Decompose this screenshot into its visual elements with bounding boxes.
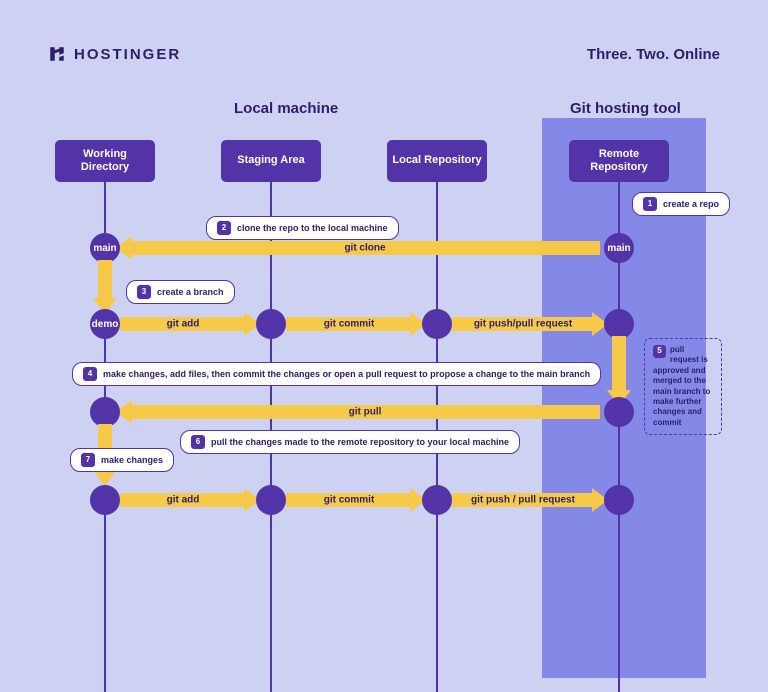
lane-header-working: Working Directory: [55, 140, 155, 182]
node-demo: demo: [90, 309, 120, 339]
section-remote-title: Git hosting tool: [570, 100, 681, 117]
hostinger-icon: [48, 45, 66, 63]
lane-header-localrepo: Local Repository: [387, 140, 487, 182]
brand-logo: HOSTINGER: [48, 45, 181, 63]
step-2-num: 2: [217, 221, 231, 235]
node-localrepo-2: [422, 485, 452, 515]
brand-tagline: Three. Two. Online: [587, 46, 720, 63]
arrow-git-add-1-label: git add: [167, 319, 200, 330]
arrow-git-push-1: git push/pull request: [452, 317, 594, 331]
lane-header-staging: Staging Area: [221, 140, 321, 182]
arrow-remote-down-1: [612, 336, 626, 392]
arrow-git-add-2: git add: [120, 493, 246, 507]
node-localrepo-1: [422, 309, 452, 339]
arrow-git-commit-2-label: git commit: [324, 495, 375, 506]
git-workflow-diagram: Local machine Git hosting tool Working D…: [48, 100, 748, 592]
arrow-git-commit-2: git commit: [286, 493, 412, 507]
arrow-git-commit-1: git commit: [286, 317, 412, 331]
arrow-git-push-2: git push / pull request: [452, 493, 594, 507]
step-3-num: 3: [137, 285, 151, 299]
step-2-text: clone the repo to the local machine: [237, 223, 388, 234]
step-1-text: create a repo: [663, 199, 719, 210]
header: HOSTINGER Three. Two. Online: [0, 0, 768, 80]
arrow-git-push-1-label: git push/pull request: [474, 319, 572, 330]
arrow-git-commit-1-label: git commit: [324, 319, 375, 330]
step-7: 7 make changes: [70, 448, 174, 472]
step-3-text: create a branch: [157, 287, 224, 298]
node-remoterepo-1: [604, 309, 634, 339]
brand-name: HOSTINGER: [74, 46, 181, 63]
node-pull-local: [90, 397, 120, 427]
node-pull-remote: [604, 397, 634, 427]
arrow-git-add-2-label: git add: [167, 495, 200, 506]
step-3: 3 create a branch: [126, 280, 235, 304]
arrow-main-to-demo: [98, 260, 112, 300]
node-main-local: main: [90, 233, 120, 263]
node-staging-1: [256, 309, 286, 339]
step-5: 5 pull request is approved and merged to…: [644, 338, 722, 435]
arrow-git-add-1: git add: [120, 317, 246, 331]
step-6: 6 pull the changes made to the remote re…: [180, 430, 520, 454]
step-4-text: make changes, add files, then commit the…: [103, 369, 590, 380]
step-6-num: 6: [191, 435, 205, 449]
arrow-git-clone-label: git clone: [344, 243, 385, 254]
section-local-title: Local machine: [234, 100, 338, 117]
arrow-git-push-2-label: git push / pull request: [471, 495, 575, 506]
node-main-remote: main: [604, 233, 634, 263]
step-6-text: pull the changes made to the remote repo…: [211, 437, 509, 448]
arrow-git-pull: git pull: [130, 405, 600, 419]
step-1-num: 1: [643, 197, 657, 211]
node-staging-2: [256, 485, 286, 515]
step-4: 4 make changes, add files, then commit t…: [72, 362, 601, 386]
node-remoterepo-2: [604, 485, 634, 515]
node-working-2: [90, 485, 120, 515]
step-5-num: 5: [653, 345, 666, 358]
step-4-num: 4: [83, 367, 97, 381]
lane-header-remoterepo: Remote Repository: [569, 140, 669, 182]
step-2: 2 clone the repo to the local machine: [206, 216, 399, 240]
arrow-git-pull-label: git pull: [349, 407, 382, 418]
step-7-num: 7: [81, 453, 95, 467]
arrow-git-clone: git clone: [130, 241, 600, 255]
step-7-text: make changes: [101, 455, 163, 466]
step-1: 1 create a repo: [632, 192, 730, 216]
